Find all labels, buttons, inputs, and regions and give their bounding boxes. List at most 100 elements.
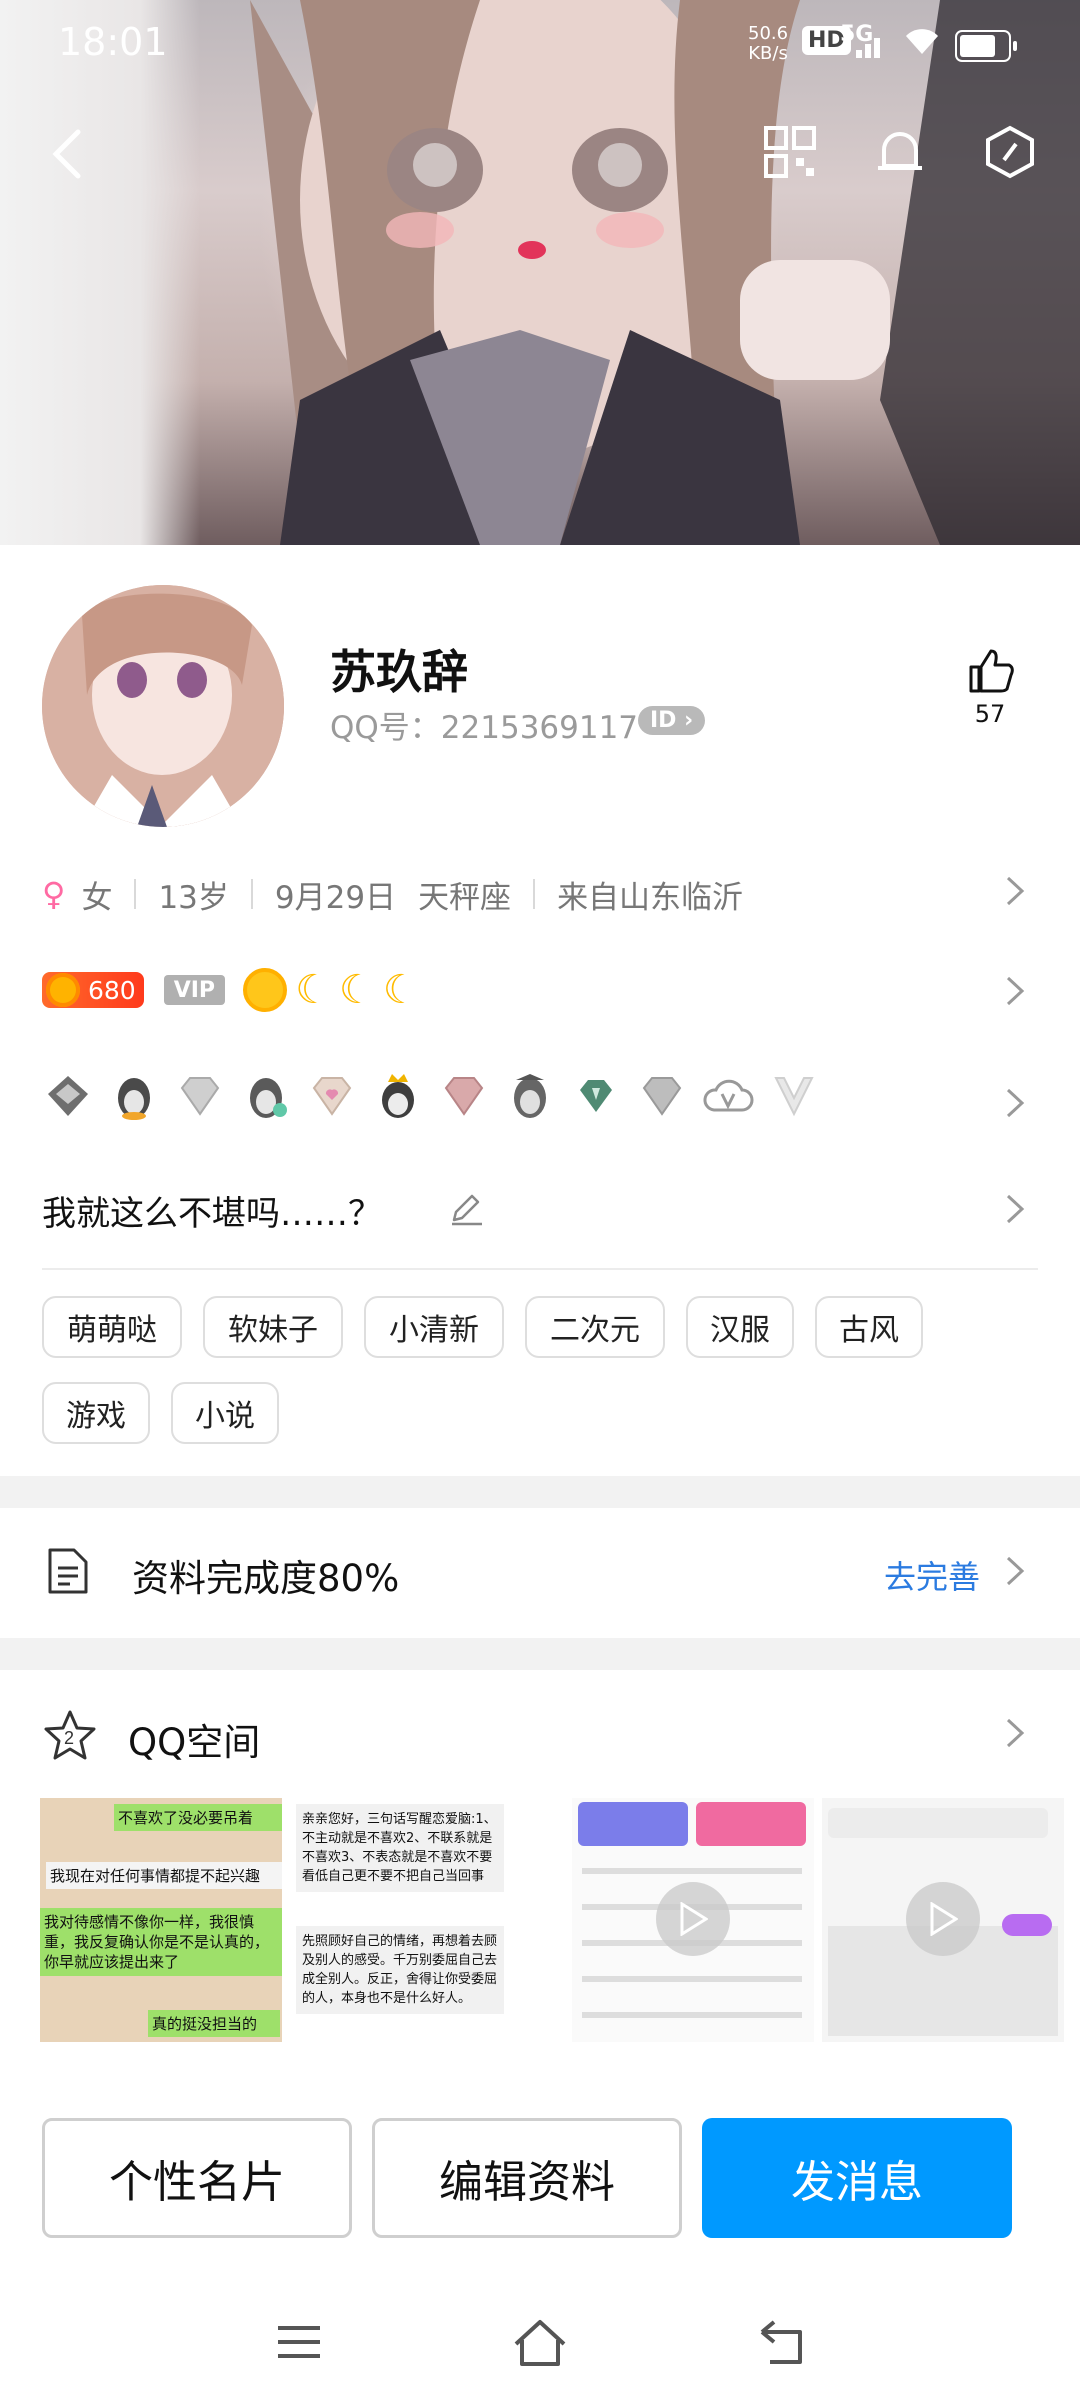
interest-tag[interactable]: 小清新 [364,1296,504,1358]
banner-block [696,1802,806,1846]
play-icon[interactable] [656,1882,730,1956]
qzone-video-thumb[interactable] [822,1798,1064,2042]
chat-bubble: 我现在对任何事情都提不起兴趣 [46,1862,282,1889]
chevron-right-icon[interactable] [1004,1084,1026,1122]
system-nav-bar [0,2300,1080,2390]
thumbs-up-icon[interactable] [960,645,1020,699]
network-speed: 50.6 KB/s [748,24,788,64]
female-icon: ♀ [42,875,66,913]
interest-tag[interactable]: 游戏 [42,1382,150,1444]
send-message-button[interactable]: 发消息 [702,2118,1012,2238]
section-gap [0,1476,1080,1508]
chat-bubble: 真的挺没担当的 [148,2010,280,2037]
gray-diamond-icon [642,1077,682,1116]
profile-completion-label: 资料完成度80% [132,1557,400,1600]
complete-profile-link[interactable]: 去完善 [884,1552,980,1598]
profile-info-row[interactable]: ♀ 女 13岁 9月29日 天秤座 来自山东临沂 [42,870,743,918]
heart-diamond-icon [312,1077,352,1116]
level-row[interactable]: 680 VIP ☾ ☾ ☾ [42,968,419,1012]
green-diamond-icon [580,1080,612,1112]
interest-tag[interactable]: 二次元 [525,1296,665,1358]
level-badge: 680 [42,972,144,1008]
back-arrow-icon[interactable] [40,122,100,182]
interest-tag[interactable]: 小说 [171,1382,279,1444]
chevron-right-icon[interactable] [1004,972,1026,1010]
qzone-thumbnails: 不喜欢了没必要吊着 我现在对任何事情都提不起兴趣 我对待感情不像你一样，我很慎重… [40,1798,1072,2042]
svg-text:2: 2 [64,1728,74,1748]
chevron-right-icon[interactable] [1004,1552,1026,1590]
chevron-right-icon[interactable] [1004,872,1026,910]
qzone-video-thumb[interactable] [572,1798,814,2042]
badge-icons-row[interactable] [42,1070,834,1122]
profile-name: 苏玖辞 [330,645,468,699]
avatar[interactable] [42,585,284,827]
cover-illustration [250,0,1080,545]
list-line [582,1976,802,1982]
wifi-icon [902,24,942,65]
bell-icon[interactable] [870,122,930,182]
penguin-icon [514,1074,546,1118]
pink-diamond-icon [444,1077,484,1116]
net-speed-value: 50.6 [748,23,789,44]
interest-tag[interactable]: 软妹子 [203,1296,343,1358]
qr-code-icon[interactable] [760,122,820,182]
interest-tag[interactable]: 萌萌哒 [42,1296,182,1358]
qq-number: QQ号：2215369117 [330,710,639,746]
status-bar: 18:01 50.6 KB/s HD 5G [0,18,1080,78]
v-badge-icon [774,1077,814,1117]
divider [42,1268,1038,1270]
interest-tag[interactable]: 古风 [815,1296,923,1358]
input-block [828,1808,1048,1838]
zodiac: 天秤座 [418,879,512,916]
cover-left-fade [0,0,200,545]
moon-icon: ☾ [338,967,375,1013]
edit-profile-button[interactable]: 编辑资料 [372,2118,682,2238]
birthday: 9月29日 [274,879,397,916]
crown-penguin-icon [382,1074,414,1118]
level-value: 680 [88,975,136,1005]
gender: 女 [81,879,113,916]
coin-icon [46,973,80,1007]
net-speed-unit: KB/s [748,43,788,64]
moon-icon: ☾ [295,967,331,1013]
qzone-photo[interactable]: 不喜欢了没必要吊着 我现在对任何事情都提不起兴趣 我对待感情不像你一样，我很慎重… [40,1798,282,2042]
signature-text[interactable]: 我就这么不堪吗……？ [42,1186,382,1235]
diamond-icon [180,1077,220,1116]
signal-icon [856,38,883,58]
list-line [582,2012,802,2018]
penguin-icon [118,1078,150,1120]
qzone-title: QQ空间 [128,1721,261,1764]
id-badge-label: ID [650,708,677,733]
section-gap [0,1638,1080,1670]
profile-card-button[interactable]: 个性名片 [42,2118,352,2238]
battery-icon [955,30,1017,62]
text-card: 先照顾好自己的情绪，再想着去顾及别人的感受。千万别委屈自己去成全别人。反正，舍得… [296,1926,504,2014]
vip-badge: VIP [163,975,226,1005]
cover-image[interactable] [0,0,1080,545]
menu-icon[interactable] [274,2320,324,2366]
qzone-star-icon: 2 [44,1710,96,1760]
back-icon[interactable] [756,2318,808,2368]
moon-icon: ☾ [382,967,419,1013]
separator [533,879,536,909]
penguin-badge-icon [48,1076,88,1116]
home-icon[interactable] [510,2316,570,2370]
separator [134,879,137,909]
id-badge[interactable]: ID › [638,706,706,735]
hexagon-settings-icon[interactable] [980,122,1040,182]
play-icon[interactable] [906,1882,980,1956]
chevron-right-icon[interactable] [1004,1714,1026,1752]
document-icon [48,1548,88,1594]
pencil-edit-icon[interactable] [448,1190,484,1226]
qzone-photo[interactable]: 亲亲您好，三句话写醒恋爱脑:1、不主动就是不喜欢2、不联系就是不喜欢3、不表态就… [290,1798,532,2042]
age: 13岁 [158,879,229,916]
location: 来自山东临沂 [557,879,744,916]
text-card: 亲亲您好，三句话写醒恋爱脑:1、不主动就是不喜欢2、不联系就是不喜欢3、不表态就… [296,1804,504,1892]
interest-tag[interactable]: 汉服 [686,1296,794,1358]
send-block [1002,1914,1052,1936]
cloud-v-icon [703,1079,754,1112]
status-time: 18:01 [58,20,168,64]
chevron-right-icon[interactable] [1004,1190,1026,1228]
chat-bubble: 不喜欢了没必要吊着 [114,1804,282,1831]
penguin-icon [250,1078,287,1118]
